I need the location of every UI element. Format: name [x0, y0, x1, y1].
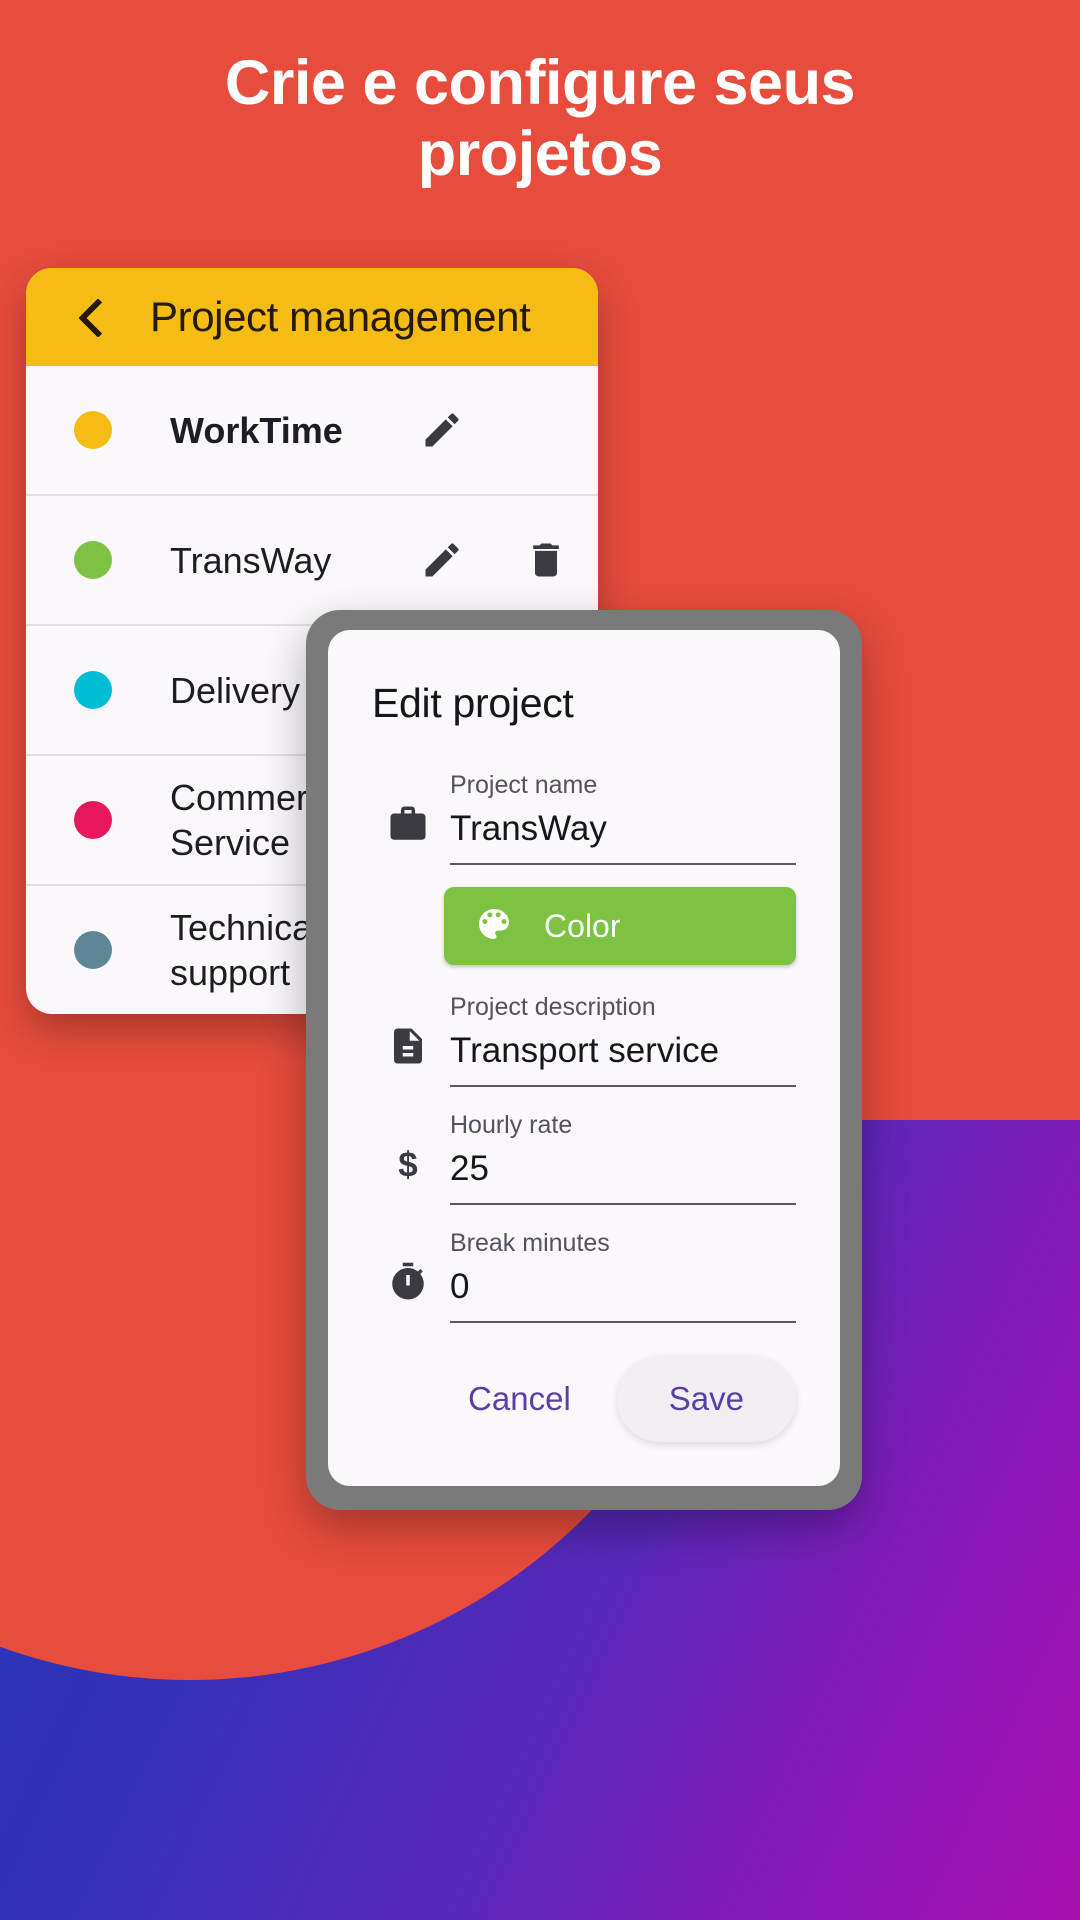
field-label: Break minutes [450, 1229, 610, 1257]
palette-icon [474, 904, 514, 949]
project-color-dot [74, 411, 112, 449]
row-actions [390, 496, 598, 624]
hourly-rate-input[interactable]: 25 [450, 1146, 796, 1192]
project-name-field[interactable]: Project name TransWay [372, 769, 796, 865]
pencil-icon[interactable] [390, 496, 494, 624]
app-bar-title: Project management [150, 293, 531, 340]
promo-screenshot: Crie e configure seus projetos Project m… [0, 0, 1080, 1920]
page-title: Crie e configure seus projetos [224, 48, 856, 190]
project-color-dot [74, 541, 112, 579]
project-description-input[interactable]: Transport service [450, 1028, 796, 1074]
field-label: Project name [450, 771, 598, 799]
project-name-label: WorkTime [170, 409, 343, 451]
table-row[interactable]: TransWay [26, 496, 598, 626]
field-label: Project description [450, 993, 656, 1021]
hourly-rate-field[interactable]: $ Hourly rate 25 [372, 1109, 796, 1205]
trash-icon-placeholder [494, 366, 598, 494]
project-name-input[interactable]: TransWay [450, 806, 796, 852]
svg-text:$: $ [398, 1145, 417, 1184]
project-color-dot [74, 671, 112, 709]
dialog-title: Edit project [372, 680, 574, 726]
stopwatch-icon [372, 1227, 444, 1303]
field-label: Hourly rate [450, 1111, 573, 1139]
project-color-dot [74, 801, 112, 839]
color-button-label: Color [544, 907, 621, 944]
project-color-dot [74, 931, 112, 969]
chevron-left-icon[interactable] [74, 300, 108, 334]
table-row[interactable]: WorkTime [26, 366, 598, 496]
document-icon [372, 991, 444, 1067]
break-minutes-field[interactable]: Break minutes 0 [372, 1227, 796, 1323]
project-name-label: TransWay [170, 539, 332, 581]
pencil-icon[interactable] [390, 366, 494, 494]
app-bar: Project management [26, 268, 598, 366]
break-minutes-input[interactable]: 0 [450, 1264, 796, 1310]
trash-icon[interactable] [494, 496, 598, 624]
cancel-button[interactable]: Cancel [442, 1362, 597, 1436]
dollar-icon: $ [372, 1109, 444, 1185]
color-button[interactable]: Color [444, 887, 796, 965]
dialog-actions: Cancel Save [372, 1356, 796, 1442]
edit-project-dialog: Edit project Project name TransWay Color… [328, 630, 840, 1486]
briefcase-icon [372, 769, 444, 845]
row-actions [390, 366, 598, 494]
save-button[interactable]: Save [616, 1356, 796, 1442]
project-description-field[interactable]: Project description Transport service [372, 991, 796, 1087]
